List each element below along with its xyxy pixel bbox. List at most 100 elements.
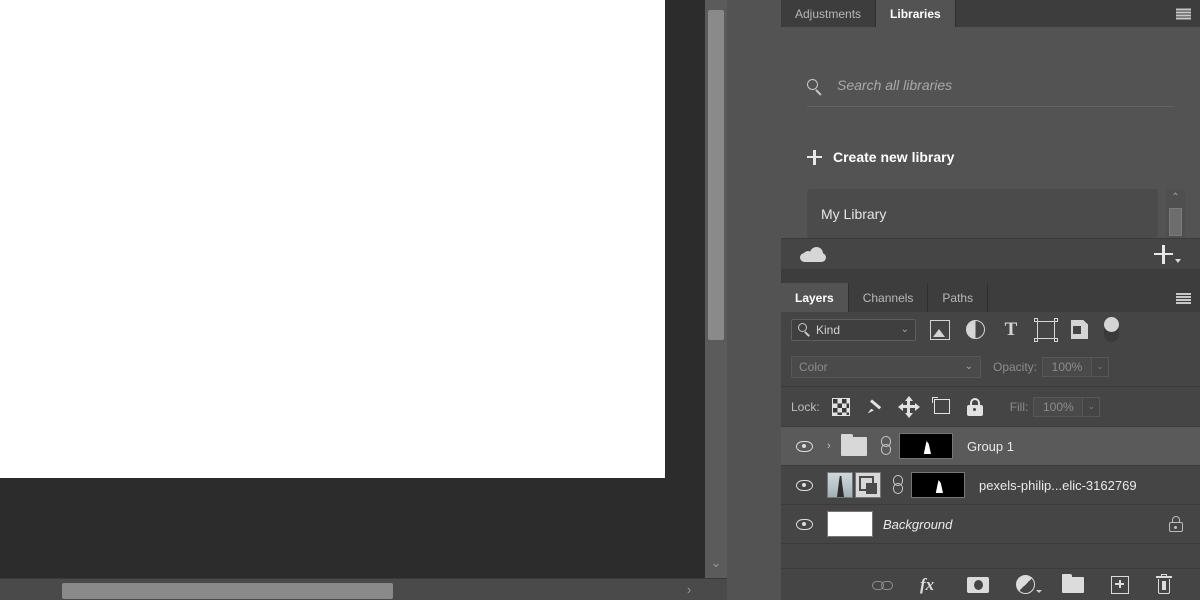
filter-type-layers-icon[interactable]: T	[1001, 320, 1021, 340]
search-icon	[798, 322, 812, 337]
layer-thumbnail[interactable]	[827, 511, 873, 537]
library-scroll-thumb[interactable]	[1169, 208, 1182, 236]
link-layers-icon[interactable]	[872, 575, 893, 595]
filter-shape-layers-icon[interactable]	[1034, 317, 1058, 342]
filter-enable-toggle[interactable]	[1104, 317, 1119, 342]
canvas-workspace[interactable]	[0, 0, 705, 578]
link-icon[interactable]	[880, 436, 892, 456]
dock-left-margin	[727, 0, 781, 600]
layer-filter-icons: T	[930, 317, 1119, 342]
create-new-library-button[interactable]: Create new library	[807, 149, 954, 165]
layer-filter-kind-label: Kind	[816, 322, 841, 337]
table-row[interactable]: › Group 1	[781, 427, 1200, 466]
layer-name: pexels-philip...elic-3162769	[979, 477, 1137, 493]
table-row[interactable]: Background	[781, 505, 1200, 544]
add-content-plus-icon[interactable]	[1154, 244, 1181, 264]
layer-name: Background	[883, 516, 953, 532]
filter-smart-object-icon[interactable]	[1071, 320, 1088, 339]
list-item[interactable]: My Library	[807, 189, 1158, 238]
add-layer-style-fx-icon[interactable]: fx	[920, 575, 940, 595]
filter-adjustment-layers-icon[interactable]	[966, 320, 985, 339]
document-canvas[interactable]	[0, 0, 665, 478]
layer-locked-icon	[1169, 516, 1183, 532]
libraries-panel-menu-icon[interactable]	[1176, 8, 1191, 19]
layer-thumbnail[interactable]	[827, 472, 853, 498]
filter-pixel-layers-icon[interactable]	[930, 319, 950, 340]
lock-position-icon[interactable]	[897, 395, 920, 418]
tab-adjustments[interactable]: Adjustments	[781, 0, 877, 27]
table-row[interactable]: pexels-philip...elic-3162769	[781, 466, 1200, 505]
tab-paths-label: Paths	[942, 290, 974, 305]
tab-paths[interactable]: Paths	[928, 283, 989, 312]
eye-icon	[795, 479, 813, 491]
library-search-placeholder: Search all libraries	[837, 77, 953, 93]
scroll-up-chevron-icon[interactable]: ⌃	[1166, 191, 1185, 205]
new-adjustment-layer-icon[interactable]	[1016, 575, 1042, 594]
chevron-down-icon	[1175, 258, 1181, 263]
lock-row: Lock: Fill: 100% ⌄	[781, 387, 1200, 427]
layer-visibility-toggle[interactable]	[781, 440, 827, 452]
adjustment-circle-icon	[1016, 575, 1035, 594]
group-expand-chevron-icon[interactable]: ›	[827, 440, 841, 452]
libraries-tab-bar: Adjustments Libraries	[781, 0, 1200, 27]
canvas-scroll-down-chevron-icon[interactable]: ⌄	[705, 552, 727, 574]
canvas-scroll-right-chevron-icon[interactable]: ›	[678, 579, 700, 600]
new-group-icon[interactable]	[1062, 573, 1084, 593]
lock-all-icon[interactable]	[966, 397, 984, 416]
opacity-control: Opacity: 100% ⌄	[993, 356, 1110, 377]
libraries-panel-body: Search all libraries Create new library …	[781, 27, 1200, 273]
library-search-field[interactable]: Search all libraries	[807, 77, 1174, 107]
lock-artboard-nesting-icon[interactable]	[931, 397, 950, 414]
lock-image-pixels-icon[interactable]	[866, 398, 884, 416]
tab-channels-label: Channels	[862, 290, 914, 305]
link-icon[interactable]	[892, 475, 904, 495]
layer-filter-kind-dropdown[interactable]: Kind ⌄	[791, 318, 916, 341]
opacity-input[interactable]: 100%	[1042, 356, 1093, 377]
blend-mode-row: Color ⌄ Opacity: 100% ⌄	[781, 347, 1200, 387]
eye-icon	[795, 518, 813, 530]
canvas-horizontal-scrollbar[interactable]: ›	[0, 578, 727, 600]
libraries-panel: Adjustments Libraries Search all librari…	[781, 0, 1200, 273]
layer-mask-thumbnail[interactable]	[899, 433, 953, 459]
tab-adjustments-label: Adjustments	[795, 6, 862, 21]
new-layer-icon[interactable]	[1111, 575, 1129, 594]
layers-panel-menu-icon[interactable]	[1176, 293, 1191, 304]
fill-chevron-down-icon[interactable]: ⌄	[1083, 396, 1101, 417]
layer-row-content: Background	[827, 511, 1200, 537]
delete-layer-icon[interactable]	[1156, 573, 1172, 594]
opacity-chevron-down-icon[interactable]: ⌄	[1092, 356, 1110, 377]
layer-visibility-toggle[interactable]	[781, 518, 827, 530]
layer-list: › Group 1 pexels-philip...elic-3162769 B…	[781, 427, 1200, 544]
canvas-vertical-scrollbar[interactable]: ⌄	[705, 0, 727, 578]
cloud-sync-icon[interactable]	[800, 246, 826, 262]
canvas-vertical-scroll-thumb[interactable]	[708, 10, 724, 340]
fill-input[interactable]: 100%	[1033, 396, 1084, 417]
libraries-footer-toolbar	[781, 238, 1200, 270]
eye-icon	[795, 440, 813, 452]
add-layer-mask-icon[interactable]	[967, 576, 989, 593]
chevron-down-icon: ⌄	[964, 361, 973, 372]
layer-name: Group 1	[967, 438, 1014, 454]
blend-mode-dropdown[interactable]: Color ⌄	[791, 355, 981, 378]
layer-mask-thumbnail[interactable]	[911, 472, 965, 498]
plus-icon	[807, 149, 822, 165]
tab-libraries[interactable]: Libraries	[876, 0, 956, 27]
search-icon	[807, 79, 824, 96]
lock-transparent-pixels-icon[interactable]	[831, 397, 850, 416]
opacity-label: Opacity:	[993, 359, 1038, 374]
layers-bottom-toolbar: fx	[781, 568, 1200, 600]
tab-layers-label: Layers	[795, 290, 834, 305]
photoshop-window: ⌄ › Adjustments Libraries Search all lib…	[0, 0, 1200, 600]
layers-tab-bar: Layers Channels Paths	[781, 270, 1200, 312]
layer-row-content: › Group 1	[827, 433, 1200, 459]
canvas-horizontal-scroll-thumb[interactable]	[62, 583, 393, 599]
tab-channels[interactable]: Channels	[848, 283, 929, 312]
tab-layers[interactable]: Layers	[781, 283, 849, 312]
plus-icon	[1154, 244, 1173, 264]
fill-label: Fill:	[1009, 399, 1029, 414]
layer-visibility-toggle[interactable]	[781, 479, 827, 491]
chevron-down-icon: ⌄	[900, 324, 909, 335]
layers-panel: Layers Channels Paths Kind ⌄ T Color ⌄ O…	[781, 270, 1200, 600]
layer-row-content: pexels-philip...elic-3162769	[827, 472, 1200, 498]
lock-icons-group	[831, 395, 984, 418]
